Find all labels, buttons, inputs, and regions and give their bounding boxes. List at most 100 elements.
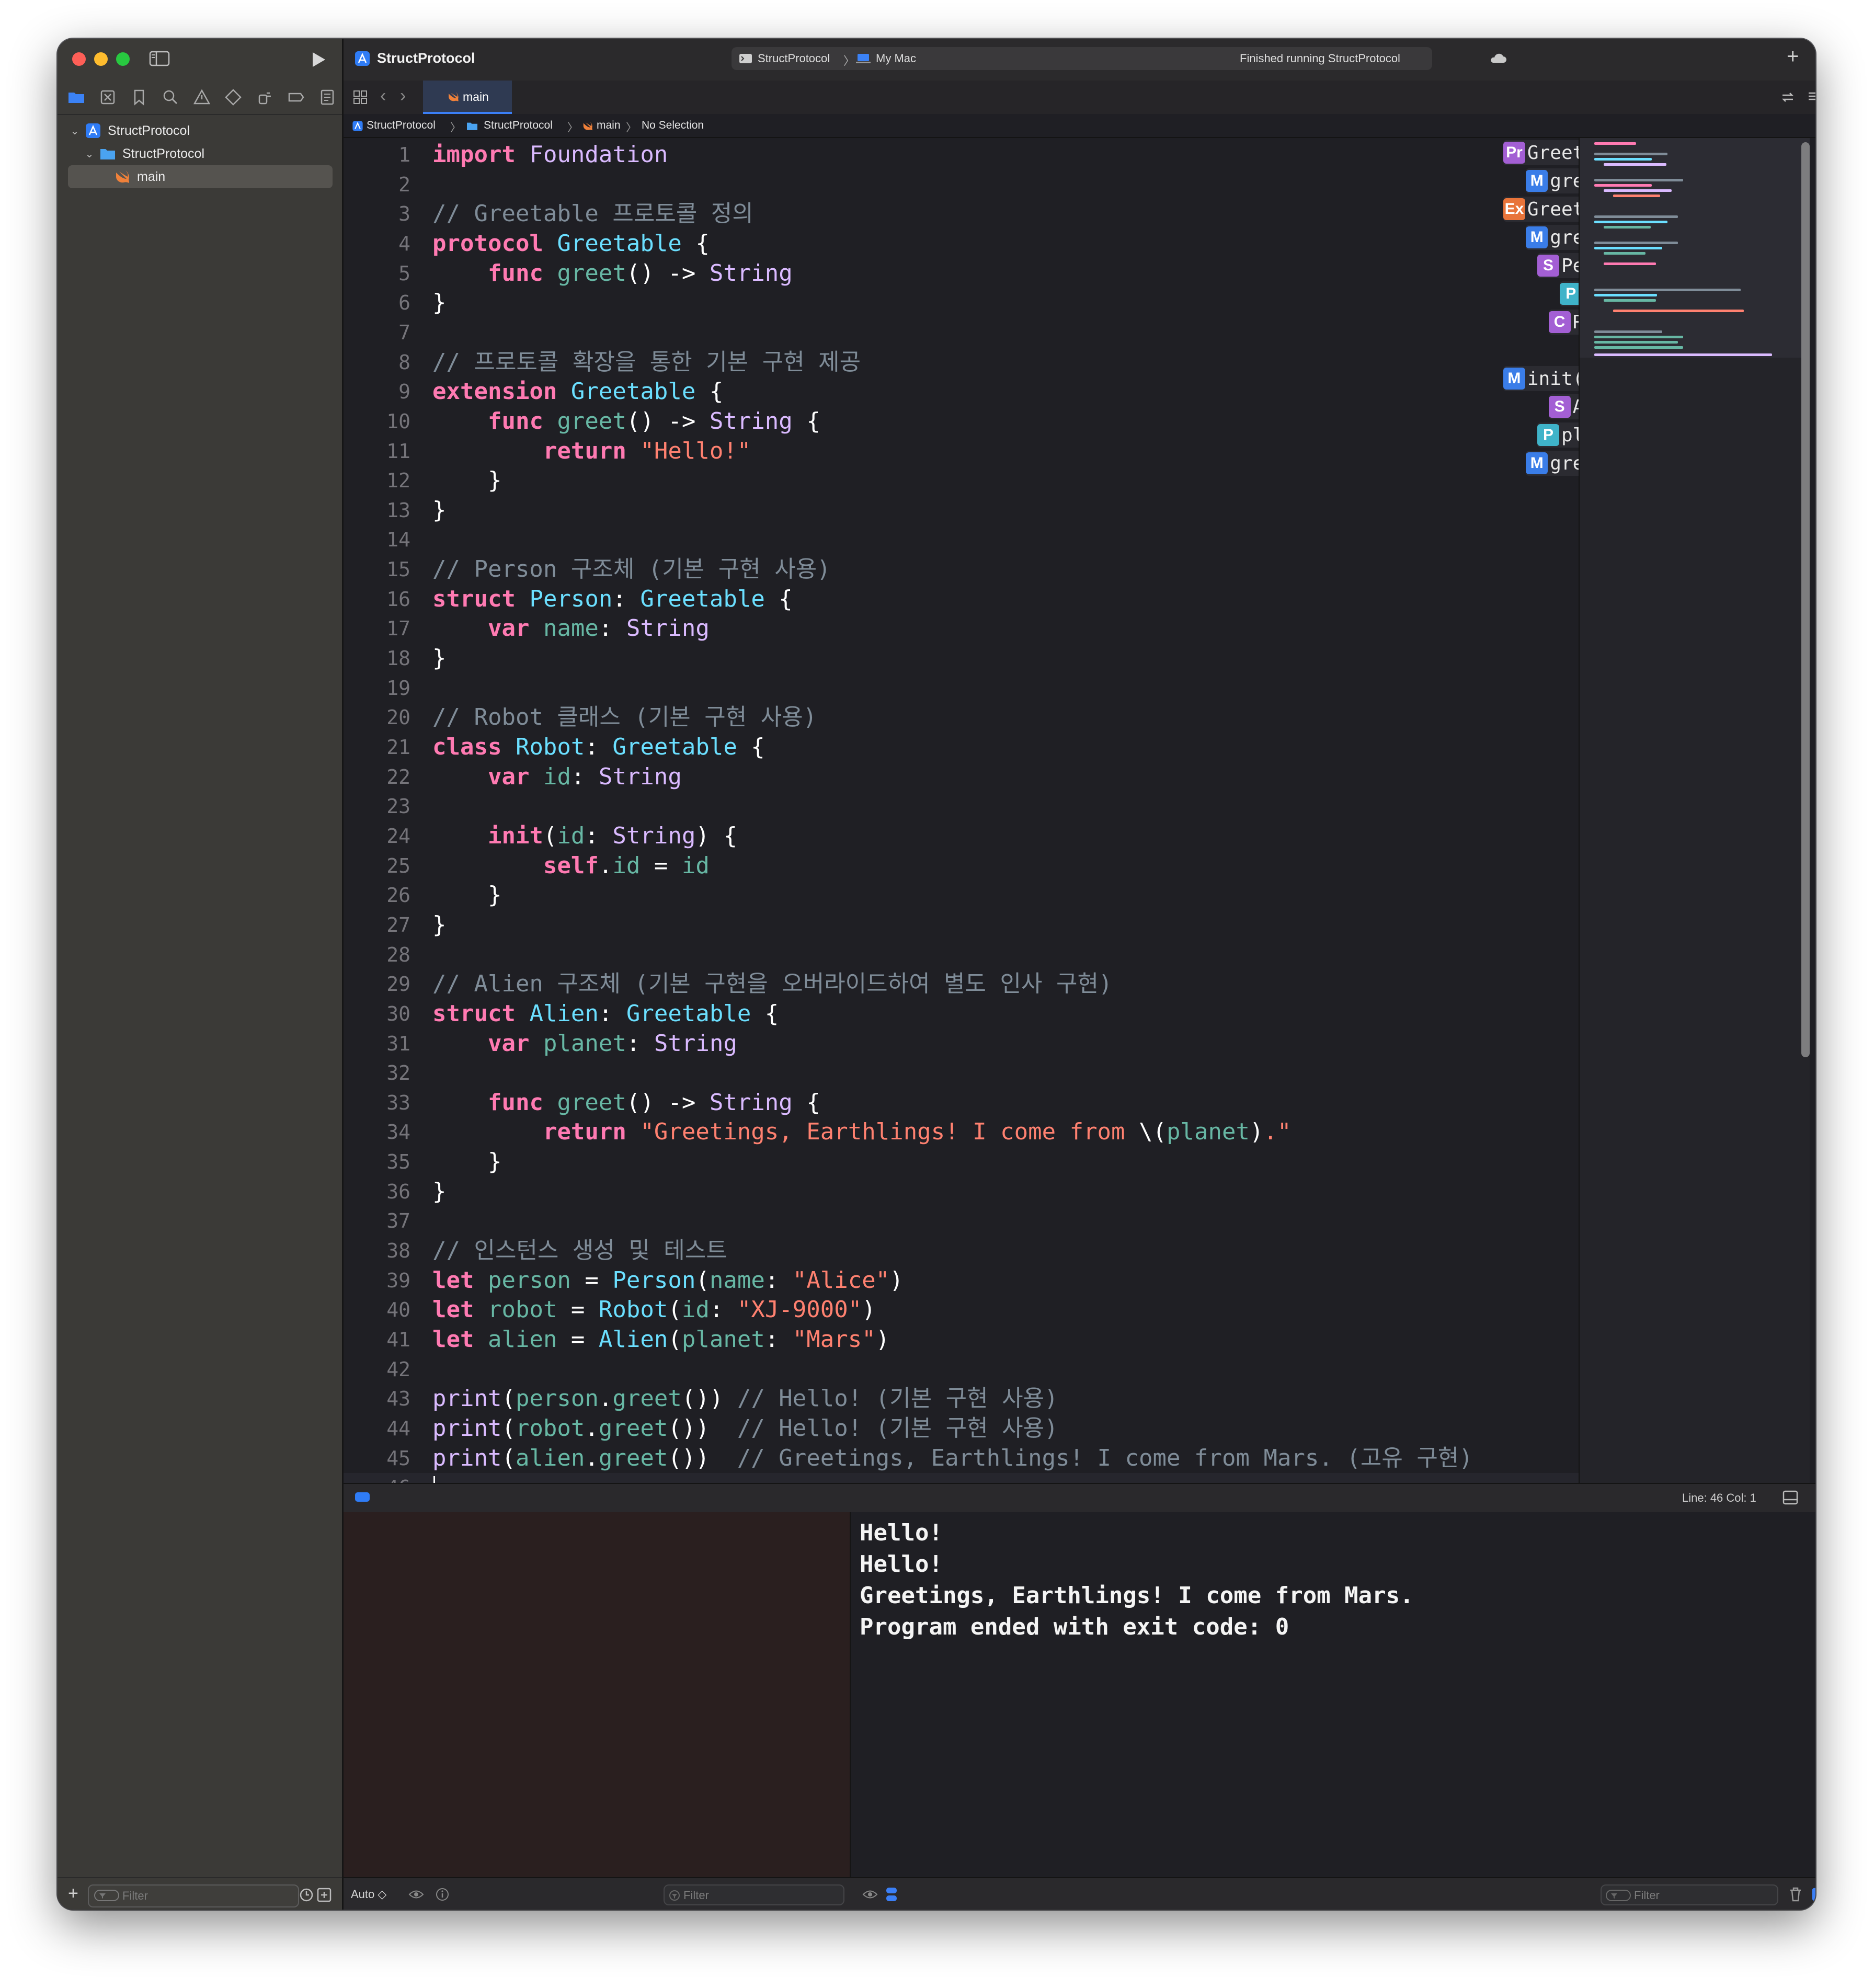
grid-icon[interactable] bbox=[353, 90, 368, 105]
code-line[interactable]: 6} bbox=[344, 288, 1579, 317]
sidebar-toggle-icon[interactable] bbox=[149, 50, 170, 67]
code-line[interactable]: 15 // Person 구조체 (기본 구현 사용) bbox=[344, 555, 1579, 584]
code-line[interactable]: 1 import Foundation bbox=[344, 140, 1579, 169]
code-line[interactable]: 13} bbox=[344, 496, 1579, 525]
code-line[interactable]: 14 bbox=[344, 525, 1579, 554]
code-line[interactable]: 27} bbox=[344, 910, 1579, 940]
folder-icon[interactable] bbox=[67, 88, 86, 107]
code-line[interactable]: 31 var planet: String bbox=[344, 1029, 1579, 1058]
search-icon[interactable] bbox=[161, 88, 180, 107]
code-line[interactable]: 11 return "Hello!" bbox=[344, 437, 1579, 466]
add-icon[interactable]: + bbox=[68, 1883, 78, 1904]
test-diamond-icon[interactable] bbox=[224, 88, 243, 107]
code-line[interactable]: 9 extension Greetable { bbox=[344, 377, 1579, 406]
code-line[interactable]: 21 class Robot: Greetable { bbox=[344, 733, 1579, 762]
tree-item-project[interactable]: ⌄ StructProtocol bbox=[69, 119, 190, 142]
code-line[interactable]: 44 print(robot.greet()) // Hello! (기본 구현 … bbox=[344, 1414, 1579, 1443]
add-icon[interactable]: + bbox=[1787, 45, 1799, 68]
hide-debug-area-icon[interactable] bbox=[1782, 1490, 1798, 1505]
code-line[interactable]: 4 protocol Greetable { bbox=[344, 229, 1579, 258]
code-line[interactable]: 29 // Alien 구조체 (기본 구현을 오버라이드하여 별도 인사 구현) bbox=[344, 969, 1579, 999]
code-line[interactable]: 19 bbox=[344, 673, 1579, 703]
run-destination[interactable]: My Mac bbox=[876, 52, 916, 65]
breadcrumb-project[interactable]: StructProtocol bbox=[367, 119, 436, 132]
code-line[interactable]: 24 init(id: String) { bbox=[344, 821, 1579, 851]
chevron-down-icon[interactable]: ⌄ bbox=[69, 124, 81, 138]
code-line[interactable]: 22 var id: String bbox=[344, 762, 1579, 792]
cloud-icon[interactable] bbox=[1489, 51, 1506, 66]
code-line[interactable]: 46 bbox=[344, 1473, 1579, 1483]
code-line[interactable]: 33 func greet() -> String { bbox=[344, 1088, 1579, 1117]
editor-options-icon[interactable] bbox=[1808, 90, 1815, 105]
code-line[interactable]: 10 func greet() -> String { bbox=[344, 407, 1579, 436]
code-line[interactable]: 5 func greet() -> String bbox=[344, 259, 1579, 288]
code-line[interactable]: 30 struct Alien: Greetable { bbox=[344, 999, 1579, 1029]
show-variables-icon[interactable] bbox=[1812, 1888, 1815, 1901]
source-editor[interactable]: 1 import Foundation 2 3// Greetable 프로토콜 정의… bbox=[344, 138, 1579, 1483]
eye-icon[interactable] bbox=[862, 1888, 878, 1901]
code-line[interactable]: 37 bbox=[344, 1206, 1579, 1236]
breakpoint-icon[interactable] bbox=[287, 88, 305, 107]
warning-icon[interactable] bbox=[192, 88, 211, 107]
code-line[interactable]: 20 // Robot 클래스 (기본 구현 사용) bbox=[344, 703, 1579, 732]
debug-area-toggle[interactable] bbox=[355, 1492, 370, 1502]
code-line[interactable]: 16 struct Person: Greetable { bbox=[344, 585, 1579, 614]
code-line[interactable]: 3 // Greetable 프로토콜 정의 bbox=[344, 199, 1579, 228]
code-line[interactable]: 34 return "Greetings, Earthlings! I come… bbox=[344, 1117, 1579, 1147]
tree-item-main[interactable]: main bbox=[114, 165, 165, 188]
minimize-window-button[interactable] bbox=[94, 52, 108, 66]
scheme-name[interactable]: StructProtocol bbox=[758, 52, 830, 65]
code-line[interactable]: 26 } bbox=[344, 881, 1579, 910]
tree-item-folder[interactable]: ⌄ StructProtocol bbox=[84, 142, 204, 165]
code-line[interactable]: 25 self.id = id bbox=[344, 851, 1579, 881]
info-icon[interactable] bbox=[436, 1888, 449, 1901]
close-window-button[interactable] bbox=[72, 52, 86, 66]
console-scope-icon[interactable] bbox=[884, 1887, 899, 1902]
run-icon[interactable] bbox=[307, 49, 328, 70]
code-line[interactable]: 12 } bbox=[344, 466, 1579, 495]
breadcrumb-file[interactable]: main bbox=[597, 119, 621, 132]
back-chevron-icon[interactable]: ‹ bbox=[380, 86, 386, 106]
zoom-window-button[interactable] bbox=[116, 52, 130, 66]
source-control-filter-icon[interactable] bbox=[317, 1888, 332, 1902]
code-line[interactable]: 28 bbox=[344, 940, 1579, 969]
tab-main[interactable]: main bbox=[423, 81, 512, 114]
trash-icon[interactable] bbox=[1789, 1887, 1802, 1902]
variables-view[interactable] bbox=[344, 1512, 850, 1877]
chevron-down-icon[interactable]: ⌄ bbox=[84, 147, 95, 161]
breadcrumb-symbol[interactable]: No Selection bbox=[642, 119, 704, 132]
forward-chevron-icon[interactable]: › bbox=[400, 86, 406, 106]
code-line[interactable]: 38 // 인스턴스 생성 및 테스트 bbox=[344, 1236, 1579, 1265]
code-line[interactable]: 2 bbox=[344, 170, 1579, 199]
variables-filter-field[interactable]: Filter bbox=[664, 1884, 844, 1905]
code-line[interactable]: 40 let robot = Robot(id: "XJ-9000") bbox=[344, 1295, 1579, 1324]
code-line[interactable]: 18} bbox=[344, 644, 1579, 673]
debug-spray-icon[interactable] bbox=[255, 88, 274, 107]
code-line[interactable]: 41 let alien = Alien(planet: "Mars") bbox=[344, 1325, 1579, 1354]
console-filter-field[interactable]: Filter bbox=[1601, 1884, 1778, 1905]
bookmark-icon[interactable] bbox=[130, 88, 148, 107]
navigator-filter-field[interactable]: Filter bbox=[88, 1884, 299, 1907]
code-line[interactable]: 17 var name: String bbox=[344, 614, 1579, 643]
minimap[interactable] bbox=[1579, 138, 1810, 1483]
auto-scope-menu[interactable]: Auto ◇ bbox=[351, 1888, 386, 1901]
code-line[interactable]: 7 bbox=[344, 318, 1579, 347]
eye-icon[interactable] bbox=[408, 1888, 424, 1901]
breadcrumb-folder[interactable]: StructProtocol bbox=[484, 119, 553, 132]
code-line[interactable]: 35 } bbox=[344, 1147, 1579, 1176]
scheme-selector[interactable]: StructProtocol 〉 My Mac Finished running… bbox=[732, 47, 1432, 70]
vertical-scrollbar[interactable] bbox=[1801, 142, 1810, 1057]
recent-files-icon[interactable] bbox=[299, 1888, 314, 1902]
report-icon[interactable] bbox=[318, 88, 337, 107]
code-line[interactable]: 45 print(alien.greet()) // Greetings, Ear… bbox=[344, 1444, 1579, 1473]
code-line[interactable]: 43 print(person.greet()) // Hello! (기본 구현… bbox=[344, 1384, 1579, 1413]
source-control-icon[interactable] bbox=[98, 88, 117, 107]
code-line[interactable]: 42 bbox=[344, 1355, 1579, 1384]
code-line[interactable]: 39 let person = Person(name: "Alice") bbox=[344, 1266, 1579, 1295]
code-line[interactable]: 8 // 프로토콜 확장을 통한 기본 구현 제공 bbox=[344, 348, 1579, 377]
code-line[interactable]: 36} bbox=[344, 1177, 1579, 1206]
code-line[interactable]: 32 bbox=[344, 1058, 1579, 1088]
code-line[interactable]: 23 bbox=[344, 792, 1579, 821]
refresh-icon[interactable] bbox=[1780, 90, 1795, 105]
console-output[interactable]: Hello! Hello! Greetings, Earthlings! I com… bbox=[851, 1512, 1815, 1877]
